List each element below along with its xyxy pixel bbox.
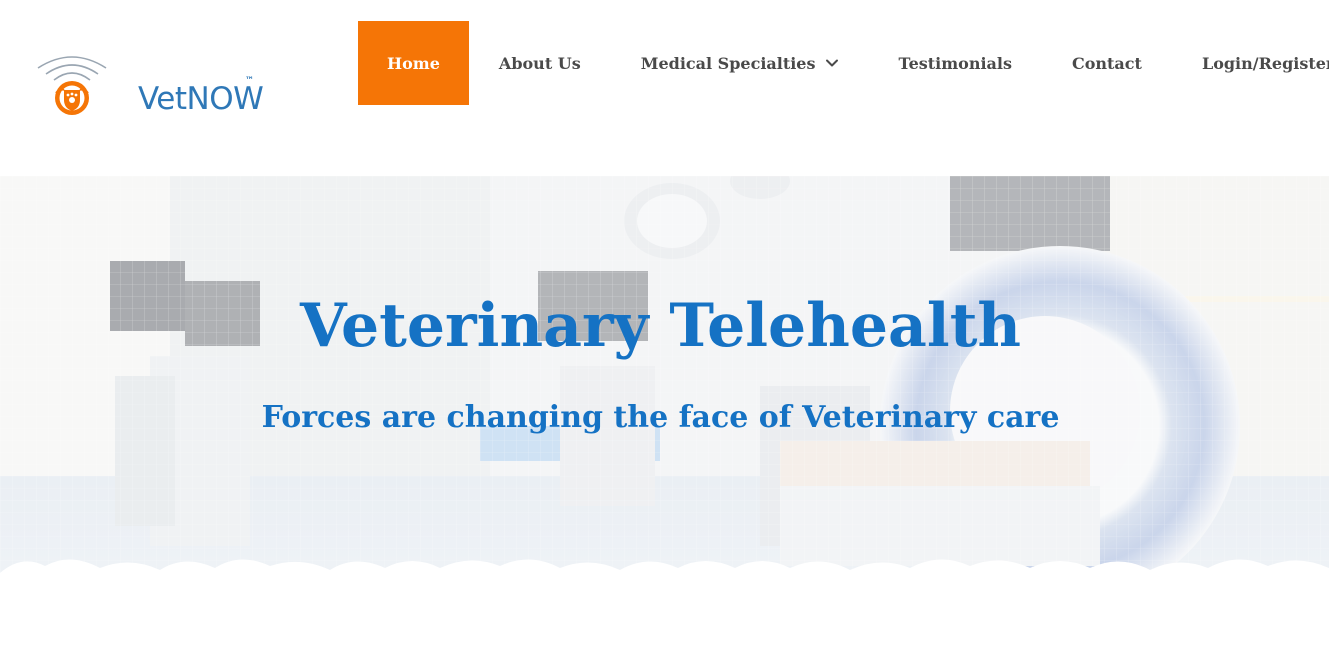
vetnow-logo[interactable]: VetNOW ™ bbox=[34, 48, 264, 128]
main-nav: Home About Us Medical Specialties Testim… bbox=[358, 21, 1329, 105]
chevron-down-icon bbox=[825, 59, 838, 67]
nav-item-about-us[interactable]: About Us bbox=[469, 21, 611, 105]
nav-item-contact[interactable]: Contact bbox=[1042, 21, 1172, 105]
operating-room-background-image bbox=[0, 176, 1329, 596]
nav-item-label: About Us bbox=[498, 53, 581, 73]
page-content-area bbox=[0, 596, 1329, 651]
logo-trademark: ™ bbox=[245, 76, 254, 86]
hero-title: Veterinary Telehealth bbox=[299, 291, 1022, 361]
hero-banner: Veterinary Telehealth Forces are changin… bbox=[0, 176, 1329, 596]
nav-item-testimonials[interactable]: Testimonials bbox=[869, 21, 1043, 105]
nav-item-label: Login/Register bbox=[1201, 53, 1329, 73]
nav-item-home[interactable]: Home bbox=[358, 21, 469, 105]
site-header: VetNOW ™ Home About Us Medical Specialti… bbox=[0, 0, 1329, 176]
nav-item-label: Medical Specialties bbox=[640, 53, 816, 73]
nav-item-label: Testimonials bbox=[898, 53, 1013, 73]
nav-item-label: Home bbox=[387, 53, 440, 73]
nav-item-login-register[interactable]: Login/Register bbox=[1172, 21, 1329, 105]
nav-item-label: Contact bbox=[1072, 53, 1142, 73]
cloud-divider bbox=[0, 559, 1329, 596]
nav-item-medical-specialties[interactable]: Medical Specialties bbox=[611, 21, 869, 105]
hero-subtitle: Forces are changing the face of Veterina… bbox=[261, 400, 1060, 435]
